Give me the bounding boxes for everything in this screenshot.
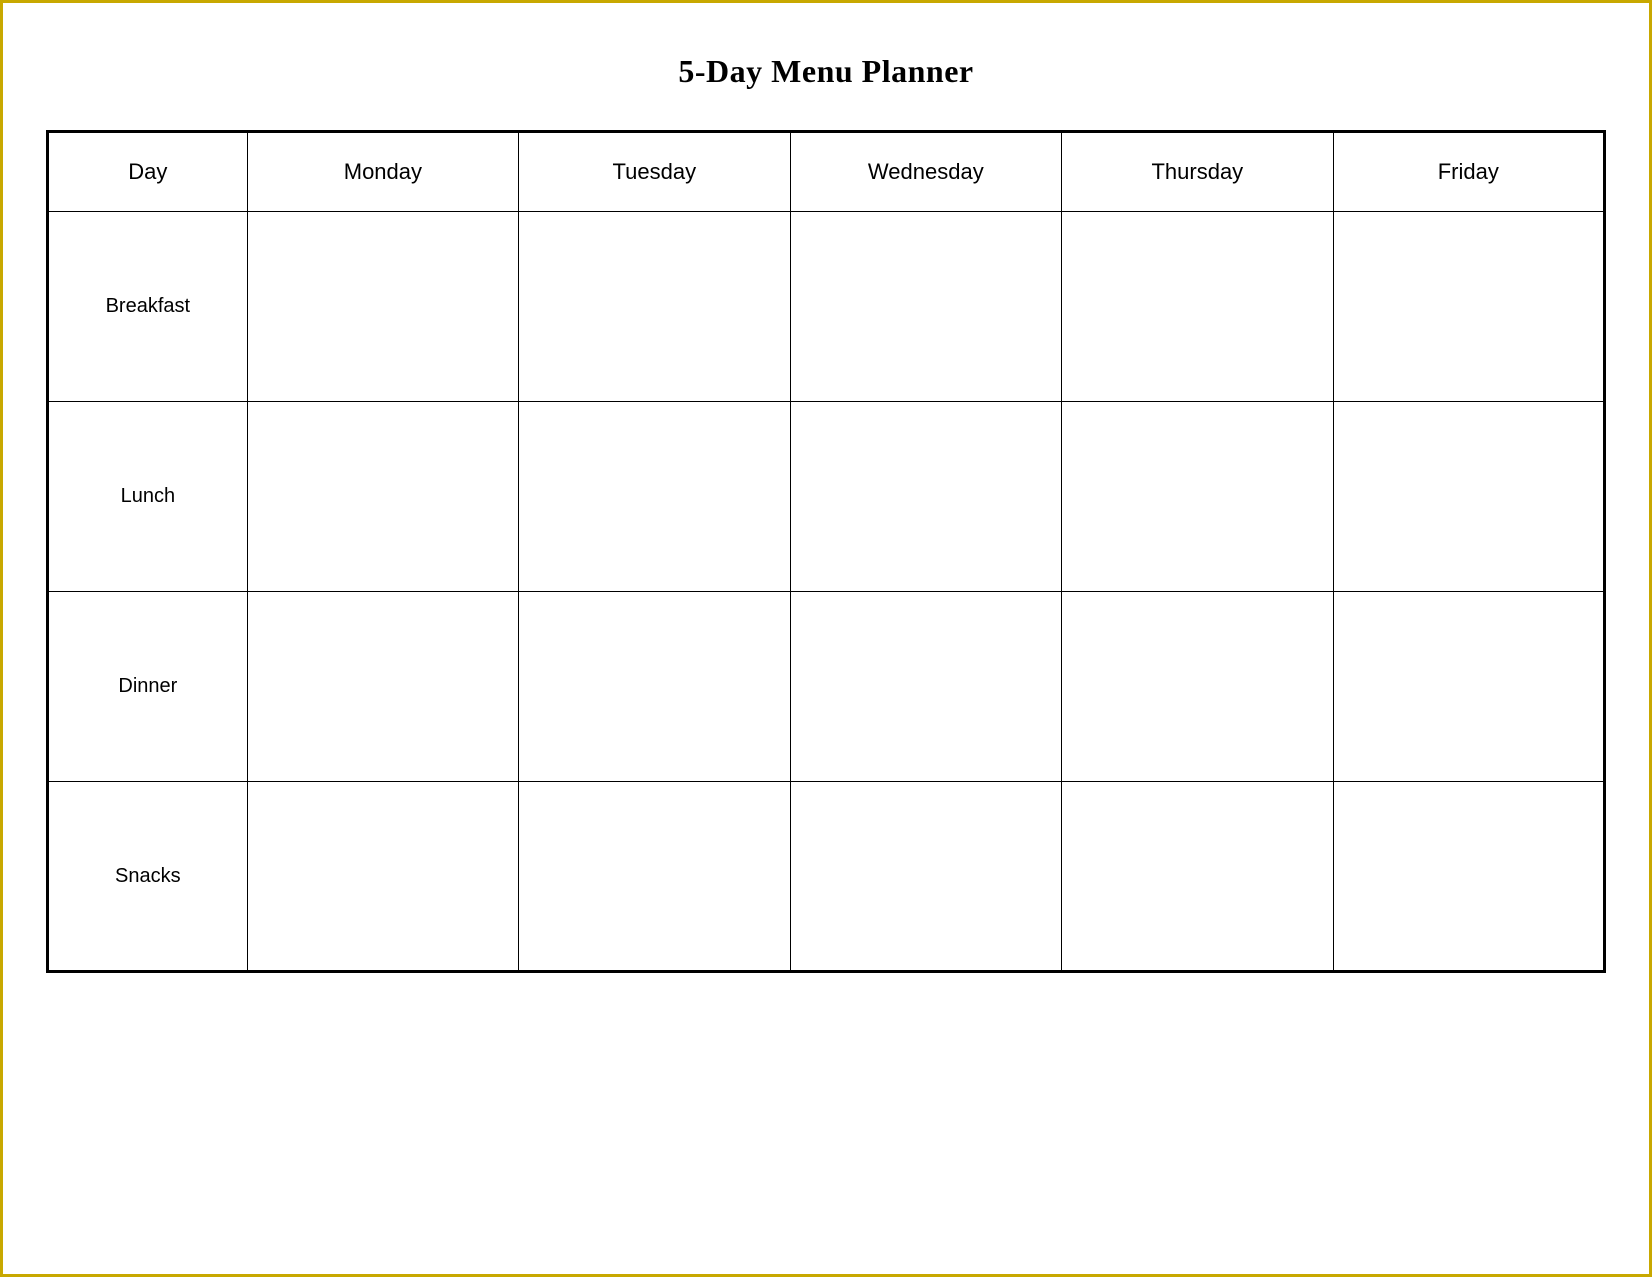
cell-dinner-tuesday[interactable]	[519, 592, 790, 782]
cell-lunch-monday[interactable]	[247, 402, 518, 592]
cell-dinner-friday[interactable]	[1333, 592, 1604, 782]
header-tuesday: Tuesday	[519, 132, 790, 212]
cell-breakfast-friday[interactable]	[1333, 212, 1604, 402]
cell-snacks-friday[interactable]	[1333, 782, 1604, 972]
header-day: Day	[48, 132, 248, 212]
cell-snacks-monday[interactable]	[247, 782, 518, 972]
cell-dinner-thursday[interactable]	[1062, 592, 1333, 782]
label-lunch: Lunch	[48, 402, 248, 592]
cell-dinner-monday[interactable]	[247, 592, 518, 782]
row-dinner: Dinner	[48, 592, 1605, 782]
cell-lunch-wednesday[interactable]	[790, 402, 1062, 592]
row-snacks: Snacks	[48, 782, 1605, 972]
cell-lunch-tuesday[interactable]	[519, 402, 790, 592]
header-wednesday: Wednesday	[790, 132, 1062, 212]
cell-snacks-tuesday[interactable]	[519, 782, 790, 972]
cell-dinner-wednesday[interactable]	[790, 592, 1062, 782]
cell-breakfast-wednesday[interactable]	[790, 212, 1062, 402]
row-lunch: Lunch	[48, 402, 1605, 592]
menu-planner-table: Day Monday Tuesday Wednesday Thursday Fr…	[46, 130, 1606, 973]
cell-breakfast-thursday[interactable]	[1062, 212, 1333, 402]
label-snacks: Snacks	[48, 782, 248, 972]
cell-breakfast-tuesday[interactable]	[519, 212, 790, 402]
header-monday: Monday	[247, 132, 518, 212]
cell-breakfast-monday[interactable]	[247, 212, 518, 402]
label-breakfast: Breakfast	[48, 212, 248, 402]
label-dinner: Dinner	[48, 592, 248, 782]
row-breakfast: Breakfast	[48, 212, 1605, 402]
header-friday: Friday	[1333, 132, 1604, 212]
cell-lunch-friday[interactable]	[1333, 402, 1604, 592]
cell-snacks-thursday[interactable]	[1062, 782, 1333, 972]
page-title: 5-Day Menu Planner	[678, 53, 973, 90]
header-thursday: Thursday	[1062, 132, 1333, 212]
cell-snacks-wednesday[interactable]	[790, 782, 1062, 972]
cell-lunch-thursday[interactable]	[1062, 402, 1333, 592]
header-row: Day Monday Tuesday Wednesday Thursday Fr…	[48, 132, 1605, 212]
